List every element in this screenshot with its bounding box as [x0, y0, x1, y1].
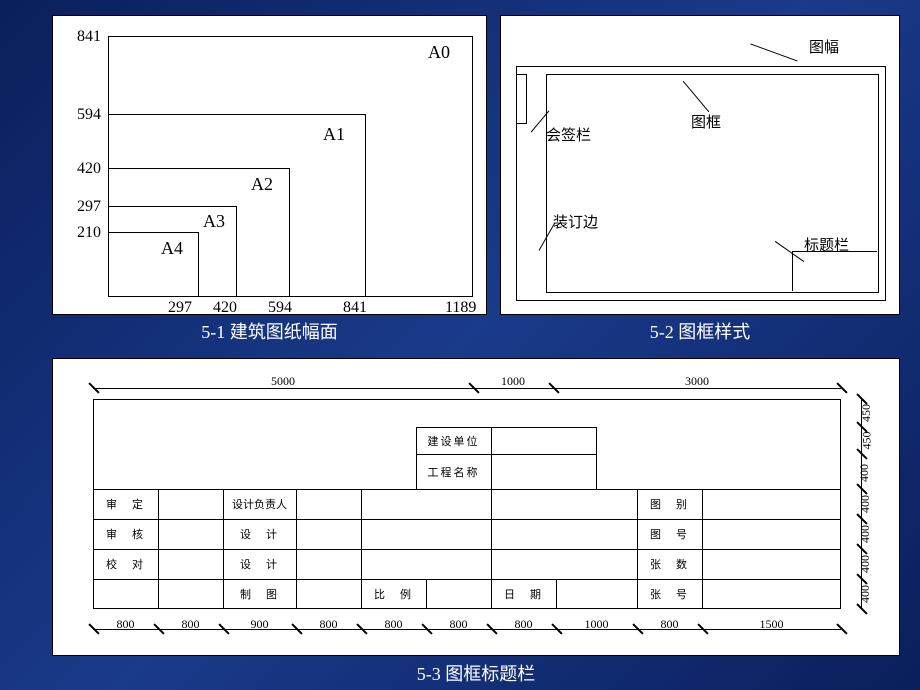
- bd-2: 800: [158, 617, 223, 632]
- cell-zhitu: 制 图: [223, 579, 296, 609]
- bd-5: 800: [361, 617, 426, 632]
- cell-jiaodui: 校 对: [93, 549, 158, 579]
- cell-sheji1: 设 计: [223, 519, 296, 549]
- xlabel-297: 297: [168, 299, 192, 317]
- rd-6: 400: [858, 549, 888, 579]
- title-block-diagram: 5000 1000 3000 建设单位 工程名称 审 定 设计负责人 图 别 审…: [52, 358, 900, 656]
- bd-4: 800: [296, 617, 361, 632]
- cell-tuhao: 图 号: [637, 519, 702, 549]
- cell-gongcheng: 工程名称: [416, 454, 491, 489]
- vl-7: [556, 579, 557, 609]
- cell-shending: 审 定: [93, 489, 158, 519]
- bd-7: 800: [491, 617, 556, 632]
- label-zhuangding: 装订边: [553, 211, 598, 232]
- hl-5: [93, 579, 841, 580]
- label-huiqian: 会签栏: [546, 124, 591, 145]
- vl-9: [702, 489, 703, 609]
- caption-2: 5-2 图框样式: [500, 318, 900, 344]
- vl-3: [296, 489, 297, 609]
- bd-9: 800: [637, 617, 702, 632]
- xlabel-420: 420: [213, 299, 237, 317]
- rd-3: 400: [857, 458, 889, 488]
- bd-8: 1000: [556, 617, 637, 632]
- vl-1: [158, 489, 159, 609]
- frame-style-diagram: 图幅 图框 会签栏 装订边 标题栏: [500, 15, 900, 315]
- caption-1: 5-1 建筑图纸幅面: [52, 318, 487, 344]
- xlabel-1189: 1189: [445, 299, 476, 317]
- vl-5: [426, 579, 427, 609]
- bd-1: 800: [93, 617, 158, 632]
- ylabel-594: 594: [61, 106, 101, 124]
- dim-3000: 3000: [553, 374, 841, 389]
- bd-3: 900: [223, 617, 296, 632]
- label-tuff: 图幅: [809, 36, 839, 57]
- label-tukuang: 图框: [691, 111, 721, 132]
- cell-jianshe: 建设单位: [416, 427, 491, 454]
- hl-4: [93, 549, 841, 550]
- rd-5: 400: [858, 519, 888, 549]
- ylabel-297: 297: [61, 198, 101, 216]
- xlabel-594: 594: [268, 299, 292, 317]
- lead-1: [750, 43, 797, 61]
- label-a2: A2: [251, 174, 273, 195]
- paper-size-diagram: 841 594 420 297 210 297 420 594 841 1189…: [52, 15, 487, 315]
- ylabel-210: 210: [61, 224, 101, 242]
- ylabel-841: 841: [61, 28, 101, 46]
- rd-7: 400: [858, 579, 888, 609]
- cell-shenhe: 审 核: [93, 519, 158, 549]
- vl-7b: [596, 427, 597, 489]
- cell-bili: 比 例: [361, 579, 426, 609]
- cell-riqi: 日 期: [491, 579, 556, 609]
- cell-zhangshu: 张 数: [637, 549, 702, 579]
- label-a1: A1: [323, 124, 345, 145]
- ylabel-420: 420: [61, 160, 101, 178]
- dim-1000: 1000: [473, 374, 553, 389]
- box-a4: [108, 232, 199, 296]
- hl-2: [93, 489, 841, 490]
- cell-shejifzr: 设计负责人: [223, 489, 296, 519]
- axis-x: [108, 296, 473, 297]
- caption-3: 5-3 图框标题栏: [52, 660, 900, 686]
- bd-6: 800: [426, 617, 491, 632]
- dim-line-top: [93, 388, 841, 389]
- label-biaoti: 标题栏: [804, 234, 849, 255]
- sign-box: [517, 74, 527, 124]
- rd-4: 400: [858, 489, 888, 519]
- cell-sheji2: 设 计: [223, 549, 296, 579]
- bd-10: 1500: [702, 617, 841, 632]
- cell-zhanghao: 张 号: [637, 579, 702, 609]
- xlabel-841: 841: [343, 299, 367, 317]
- title-box: [792, 251, 877, 291]
- cell-tubie: 图 别: [637, 489, 702, 519]
- label-a3: A3: [203, 211, 225, 232]
- label-a4: A4: [161, 238, 183, 259]
- hl-3: [93, 519, 841, 520]
- label-a0: A0: [428, 42, 450, 63]
- dim-5000: 5000: [93, 374, 473, 389]
